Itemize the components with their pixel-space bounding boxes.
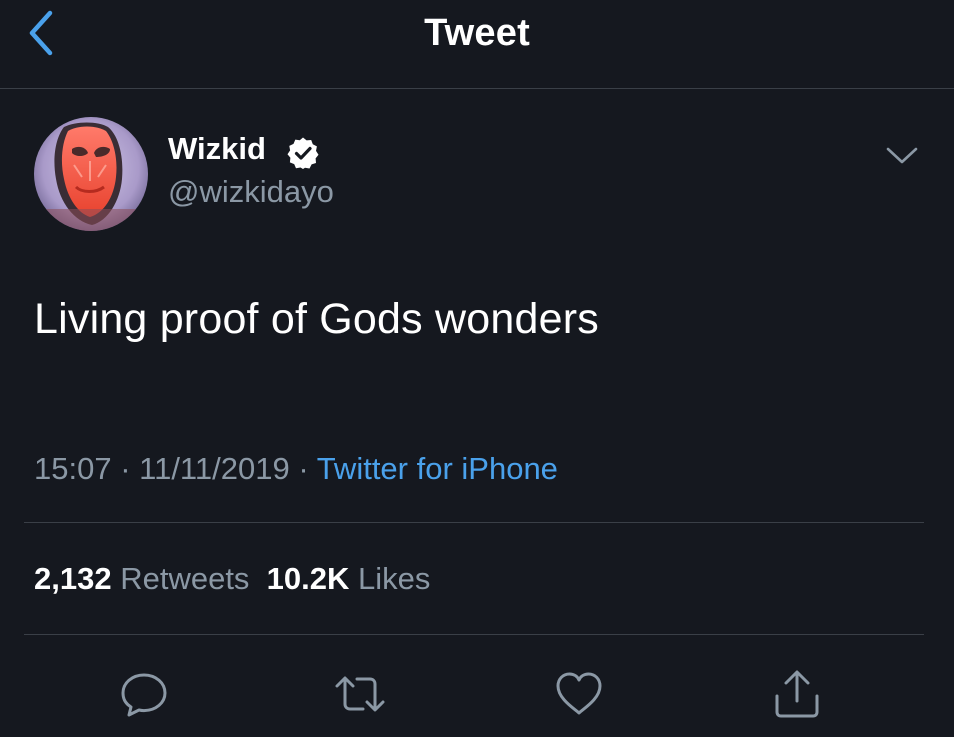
tweet-stats: 2,132 Retweets 10.2K Likes xyxy=(34,561,430,597)
author-display-name[interactable]: Wizkid xyxy=(168,131,266,167)
avatar[interactable] xyxy=(34,117,148,231)
retweets-count: 2,132 xyxy=(34,561,112,596)
tweet-time: 15:07 xyxy=(34,451,112,486)
verified-badge-icon xyxy=(286,136,320,170)
share-icon xyxy=(775,670,819,718)
page-title: Tweet xyxy=(424,12,530,54)
reply-icon xyxy=(121,673,167,717)
meta-separator: · xyxy=(111,451,140,486)
likes-label: Likes xyxy=(358,561,431,596)
more-options-button[interactable] xyxy=(884,142,920,170)
meta-separator: · xyxy=(289,451,317,486)
like-button[interactable] xyxy=(553,668,605,720)
share-button[interactable] xyxy=(771,668,823,720)
chevron-down-icon xyxy=(886,147,918,164)
retweet-button[interactable] xyxy=(334,668,386,720)
divider xyxy=(24,522,924,523)
top-bar: Tweet xyxy=(0,0,954,89)
tweet-date: 11/11/2019 xyxy=(139,451,290,486)
divider xyxy=(24,634,924,635)
tweet-meta: 15:07 · 11/11/2019 · Twitter for iPhone xyxy=(34,451,558,487)
tweet-text: Living proof of Gods wonders xyxy=(34,295,599,343)
tweet-source-link[interactable]: Twitter for iPhone xyxy=(317,451,558,486)
retweets-stat[interactable]: 2,132 Retweets xyxy=(34,561,249,596)
reply-button[interactable] xyxy=(118,668,170,720)
retweets-label: Retweets xyxy=(120,561,250,596)
likes-count: 10.2K xyxy=(266,561,350,596)
avatar-image xyxy=(34,117,148,231)
author-handle[interactable]: @wizkidayo xyxy=(168,174,334,210)
likes-stat[interactable]: 10.2K Likes xyxy=(267,561,431,596)
retweet-icon xyxy=(335,676,385,712)
heart-icon xyxy=(556,672,602,715)
